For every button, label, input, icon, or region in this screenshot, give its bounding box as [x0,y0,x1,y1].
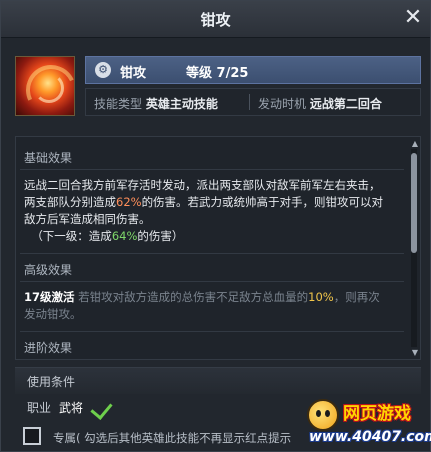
scroll-down-arrow[interactable]: ▼ [412,348,418,357]
effects-panel[interactable]: 基础效果 远战二回合我方前军存活时发动，派出两支部队对敌军前军左右夹击， 两支部… [15,136,421,360]
scrollbar-thumb[interactable] [411,153,417,253]
close-icon[interactable]: ✕ [402,7,424,29]
scroll-up-arrow[interactable]: ▲ [412,139,418,148]
skill-fire-icon [15,56,75,116]
advanced-effect-heading: 高级效果 [24,263,73,277]
skill-name-bar: ⚙ 钳攻 等级 7/25 [85,56,421,84]
advanced-effect-text: 17级激活 若钳攻对敌方造成的总伤害不足敌方总血量的10%，则再次 发动钳攻。 [24,290,380,321]
conditions-header: 使用条件 [15,367,421,394]
skill-dialog: 钳攻 ✕ ⚙ 钳攻 等级 7/25 技能类型 英雄主动技能 发动时机 远战第二回… [0,0,431,452]
skill-info-bar: 技能类型 英雄主动技能 发动时机 远战第二回合 [85,88,421,116]
basic-effect-heading: 基础效果 [24,151,73,165]
skill-level: 等级 7/25 [186,66,249,81]
job-condition: 职业 武将 [27,401,84,415]
basic-effect-text: 远战二回合我方前军存活时发动，派出两支部队对敌军前军左右夹击， 两支部队分别造成… [24,178,384,243]
dialog-title: 钳攻 [200,11,231,29]
smiley-icon [307,399,339,431]
skill-name: 钳攻 [120,66,147,81]
check-icon [90,397,113,420]
focus-checkbox[interactable] [23,427,41,445]
skill-type: 技能类型 英雄主动技能 [94,97,218,111]
progression-effect-heading: 进阶效果 [24,341,73,355]
skill-timing: 发动时机 远战第二回合 [258,97,382,111]
watermark-logo: 网页游戏 www.40407.com [303,393,431,451]
gear-icon: ⚙ [95,62,111,78]
title-bar: 钳攻 ✕ [1,1,430,38]
focus-checkbox-label: 专属( 勾选后其他英雄此技能不再显示红点提示 [53,431,292,445]
